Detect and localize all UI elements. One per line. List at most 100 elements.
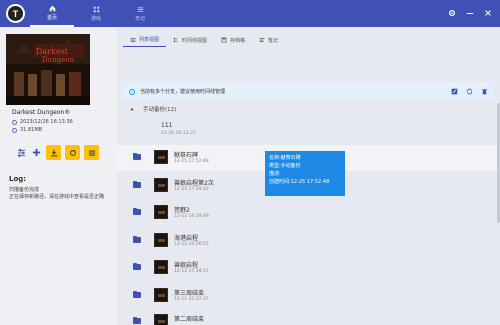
folder-icon [133,236,141,243]
nav-home[interactable]: 首页 [30,0,74,27]
more-button[interactable] [84,145,99,160]
save-thumbnail [154,233,168,247]
item-title: 献祭石碑 [174,152,199,159]
close-icon[interactable] [483,8,492,17]
folder-icon [133,153,141,160]
item-title: 海港启程 [174,235,199,242]
tooltip-line: 创建时间:12-25 17:52:48 [269,179,330,185]
game-actions [16,145,99,160]
minimize-icon[interactable] [465,8,474,17]
tooltip-line: 描述: [269,171,281,177]
tab-notes[interactable]: 笔记 [252,33,285,47]
svg-text:Darkest: Darkest [36,47,69,56]
backup-button[interactable] [46,145,61,160]
item-title: 兽娘启程第2次 [174,180,214,187]
tooltip-line: 名称:献祭石碑 [269,155,301,161]
tooltip-line: 类型:手动备份 [269,163,301,169]
tab-list-view-label: 列表视图 [139,37,160,43]
info-icon: i [129,88,135,95]
save-thumbnail [154,150,168,164]
folder-icon [133,208,141,215]
nav-diary-label: 日记 [134,15,145,22]
item-time: 12-12 16:06:55 [174,242,209,247]
item-time: 12-25 17:39:42 [174,187,209,192]
hamburger-icon [88,150,95,156]
folder-icon [133,291,141,298]
window-controls [447,8,492,17]
game-size-row: 31.81MB [12,127,42,133]
backup-list: 手动备份(12) 111 12-26 16:13:37 献祭石碑 12-25 1… [117,103,500,325]
sliders-icon[interactable] [16,147,27,158]
list-icon [130,37,136,42]
folder-icon [133,263,141,270]
game-size: 31.81MB [20,127,43,133]
log-line: 扫描备份完成 [9,187,40,193]
tab-timeline-view-label: 时间线视图 [182,37,208,44]
save-thumbnail [154,205,168,219]
log-line: 正在保存新路径，请在游戏中查看是否正确 [9,194,105,200]
sync-icon [69,149,76,156]
backup-tooltip: 名称:献祭石碑 类型:手动备份 描述: 创建时间:12-25 17:52:48 [265,151,345,196]
game-date: 2023/12/26 16:13:36 [20,119,73,125]
group-label: 手动备份(12) [143,107,177,113]
game-date-row: 2023/12/26 16:13:36 [12,119,73,125]
download-icon [50,149,57,156]
tab-save-slots-label: 存档格 [230,37,246,44]
list-item[interactable]: 第二周结束 [117,309,500,325]
note-icon [259,38,265,42]
tab-list-view[interactable]: 列表视图 [123,33,167,47]
group-header-manual[interactable]: 手动备份(12) [129,103,176,115]
home-icon [49,5,55,11]
menu-icon [137,6,143,12]
tab-notes-label: 笔记 [268,37,279,44]
item-title: 第二周结束 [174,316,205,323]
sync-branch-button[interactable] [465,87,474,96]
folder-icon [133,317,141,324]
list-item[interactable]: 兽娘启程 12-12 15:34:37 [117,255,500,281]
item-title: 荒野2 [174,207,190,214]
branch-hint-banner: i 当前有多个分支，建议使用时间线管理 [123,83,493,100]
item-time: 12-12 16:39:49 [174,214,209,219]
app-logo[interactable]: T [6,4,25,23]
item-title: 兽娘启程 [174,262,199,269]
list-item[interactable]: 荒野2 12-12 16:39:49 [117,200,500,226]
item-time: 12-12 15:34:37 [174,269,209,274]
save-thumbnail [154,178,168,192]
game-title: Darkest Dungeon® [12,109,71,116]
item-title: 111 [161,122,173,129]
timeline-icon [173,37,178,43]
log-title: Log: [9,175,27,183]
refresh-icon [466,88,473,95]
edit-button[interactable] [450,87,459,96]
view-tabs: 列表视图 时间线视图 存档格 笔记 [117,33,500,47]
list-item[interactable]: 海港启程 12-12 16:06:55 [117,228,500,254]
save-thumbnail [154,260,168,274]
banner-tools [450,83,489,100]
trash-icon [482,89,487,95]
nav-home-label: 首页 [46,14,57,21]
banner-text: 当前有多个分支，建议使用时间线管理 [140,89,226,95]
clock-icon [12,119,17,125]
list-item[interactable]: 第三周结束 12-11 20:37:37 [117,283,500,309]
save-thumbnail [154,314,168,325]
save-thumbnail [154,288,168,302]
main-nav: 首页 游戏 日记 [30,0,162,27]
logo-letter: T [8,6,23,21]
nav-games-label: 游戏 [90,15,101,22]
tab-timeline-view[interactable]: 时间线视图 [166,33,214,47]
svg-text:Dungeon: Dungeon [42,56,74,64]
delete-button[interactable] [480,87,489,96]
tab-save-slots[interactable]: 存档格 [214,33,252,47]
save-icon [221,37,227,43]
chevron-up-icon [130,107,134,111]
nav-games[interactable]: 游戏 [74,0,118,27]
list-item[interactable]: 111 12-26 16:13:37 [117,117,500,143]
nav-diary[interactable]: 日记 [118,0,162,27]
restore-button[interactable] [65,145,80,160]
item-time: 12-11 20:37:37 [174,297,209,302]
game-cover-image: Darkest Dungeon [6,34,90,105]
gear-icon[interactable] [447,8,456,17]
game-info-panel: Darkest Dungeon Darkest Dungeon® 2023/12… [0,27,117,325]
gamepad-icon[interactable] [31,147,42,158]
item-title: 第三周结束 [174,290,205,297]
